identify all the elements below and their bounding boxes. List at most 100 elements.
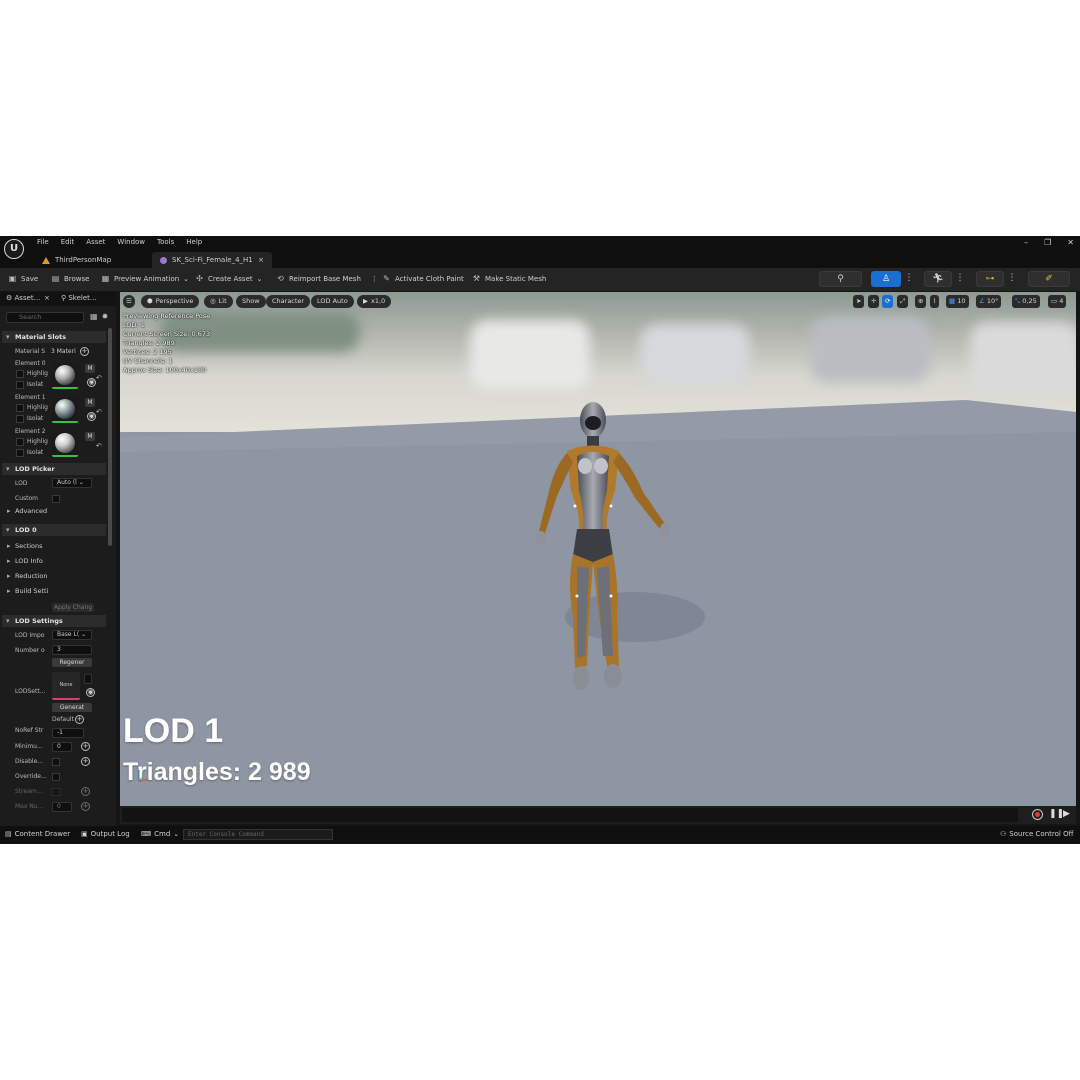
minimum-lod-input[interactable]: 0: [52, 742, 72, 752]
apply-changes-button[interactable]: Apply Chang: [52, 603, 94, 612]
add-material-icon[interactable]: +: [80, 347, 89, 356]
stream-checkbox[interactable]: [52, 788, 60, 796]
viewport[interactable]: ☰ ⬢ Perspective ◎ Lit Show Character LOD A…: [120, 292, 1076, 806]
section-material-slots[interactable]: Material Slots: [2, 331, 106, 343]
physics-mode-button[interactable]: ✐: [1028, 271, 1070, 287]
regenerate-lods-button[interactable]: Regener: [52, 658, 92, 667]
tab-skeleton-tree[interactable]: ⚲ Skelet...: [61, 294, 97, 302]
section-advanced[interactable]: Advanced: [2, 505, 106, 517]
pause-button[interactable]: ❚❚: [1049, 809, 1064, 819]
cmd-dropdown[interactable]: ⌨ Cmd ⌄: [141, 830, 179, 838]
tab-close-icon[interactable]: ×: [44, 294, 50, 302]
select-mode-icon[interactable]: ➤: [853, 295, 865, 308]
blueprint-mode-button[interactable]: ⊶: [976, 271, 1004, 287]
material-picker-button[interactable]: M: [85, 364, 95, 373]
isolate-checkbox[interactable]: [16, 415, 24, 423]
timeline-scrubber[interactable]: [122, 808, 1018, 822]
playback-speed-button[interactable]: ▶ x1,0: [357, 295, 392, 308]
section-lod-picker[interactable]: LOD Picker: [2, 463, 106, 475]
menu-help[interactable]: Help: [186, 238, 202, 246]
mesh-mode-button[interactable]: ♙: [871, 271, 901, 287]
more-options-icon[interactable]: ⋮: [371, 275, 378, 283]
mesh-mode-options-icon[interactable]: ⋮: [903, 271, 915, 287]
camera-speed-button[interactable]: ▭ 4: [1048, 295, 1067, 308]
tab-asset-details[interactable]: ⚙ Asset...: [6, 294, 40, 302]
tab-skeletal-mesh[interactable]: SK_Sci-Fi_Female_4_H1 ×: [152, 252, 272, 268]
table-view-icon[interactable]: ▦: [90, 312, 98, 321]
output-log-button[interactable]: ▣ Output Log: [81, 830, 130, 838]
section-lod0[interactable]: LOD 0: [2, 524, 106, 536]
activate-cloth-paint-button[interactable]: ✎ Activate Cloth Paint: [382, 274, 464, 283]
show-button[interactable]: Show: [236, 295, 266, 308]
search-input[interactable]: Search: [6, 312, 84, 323]
menu-tools[interactable]: Tools: [157, 238, 174, 246]
grid-snap-button[interactable]: ▦ 10: [946, 295, 969, 308]
add-stream-icon[interactable]: +: [81, 787, 90, 796]
step-forward-button[interactable]: ▶: [1063, 809, 1070, 819]
lod-auto-button[interactable]: LOD Auto: [311, 295, 354, 308]
override-checkbox[interactable]: [52, 773, 60, 781]
scale-snap-button[interactable]: ⤡ 0,25: [1012, 295, 1040, 308]
animation-mode-button[interactable]: 🏃︎: [924, 271, 952, 287]
material-thumbnail[interactable]: [52, 363, 78, 389]
add-disable-icon[interactable]: +: [81, 757, 90, 766]
close-button[interactable]: ✕: [1067, 238, 1074, 247]
reimport-base-mesh-button[interactable]: ⟲ Reimport Base Mesh ⋮: [276, 274, 378, 283]
material-picker-button[interactable]: M: [85, 432, 95, 441]
preview-animation-dropdown[interactable]: ▦ Preview Animation ⌄: [101, 274, 189, 283]
source-control-button[interactable]: ⚇ Source Control Off: [1000, 830, 1073, 838]
isolate-checkbox[interactable]: [16, 381, 24, 389]
section-build-settings[interactable]: Build Setti: [2, 585, 106, 597]
create-asset-dropdown[interactable]: ✣ Create Asset ⌄: [195, 274, 262, 283]
disable-checkbox[interactable]: [52, 758, 60, 766]
lod-dropdown[interactable]: Auto (l ⌄: [52, 478, 92, 488]
material-options-icon[interactable]: ◉: [87, 412, 96, 421]
viewport-menu-button[interactable]: ☰: [123, 295, 135, 308]
highlight-checkbox[interactable]: [16, 438, 24, 446]
tab-close-icon[interactable]: ×: [258, 256, 264, 264]
generate-button[interactable]: Generat: [52, 703, 92, 712]
record-button[interactable]: [1032, 809, 1043, 820]
animation-mode-options-icon[interactable]: ⋮: [954, 271, 966, 287]
section-lod-info[interactable]: LOD Info: [2, 555, 106, 567]
lit-button[interactable]: ◎ Lit: [204, 295, 233, 308]
world-local-icon[interactable]: ⊕: [915, 295, 927, 308]
number-of-lods-input[interactable]: 3: [52, 645, 92, 655]
tab-third-person-map[interactable]: ThirdPersonMap: [34, 252, 119, 268]
isolate-checkbox[interactable]: [16, 449, 24, 457]
noref-streaming-input[interactable]: -1: [52, 728, 84, 738]
material-thumbnail[interactable]: [52, 397, 78, 423]
minimize-button[interactable]: –: [1024, 238, 1028, 247]
surface-snap-icon[interactable]: ⌇: [930, 295, 940, 308]
unreal-logo-icon[interactable]: U: [4, 239, 24, 259]
section-reduction[interactable]: Reduction: [2, 570, 106, 582]
max-num-input[interactable]: 0: [52, 802, 72, 812]
reset-arrow-icon[interactable]: ↶: [96, 408, 102, 416]
highlight-checkbox[interactable]: [16, 404, 24, 412]
material-thumbnail[interactable]: [52, 431, 78, 457]
rotate-icon[interactable]: ⟳: [882, 295, 894, 308]
menu-edit[interactable]: Edit: [61, 238, 75, 246]
menu-file[interactable]: File: [37, 238, 49, 246]
reset-arrow-icon[interactable]: ↶: [96, 442, 102, 450]
highlight-checkbox[interactable]: [16, 370, 24, 378]
browse-button[interactable]: ▤ Browse: [51, 274, 90, 283]
details-scrollbar[interactable]: [108, 328, 112, 546]
translate-icon[interactable]: ✛: [868, 295, 880, 308]
browse-asset-icon[interactable]: ◉: [86, 688, 95, 697]
lod-settings-picker[interactable]: [84, 674, 92, 684]
add-minimum-icon[interactable]: +: [81, 742, 90, 751]
custom-checkbox[interactable]: [52, 495, 60, 503]
scale-icon[interactable]: ⤢: [897, 295, 909, 308]
angle-snap-button[interactable]: ∠ 10°: [976, 295, 1002, 308]
skeleton-mode-button[interactable]: ⚲: [819, 271, 862, 287]
make-static-mesh-button[interactable]: ⚒ Make Static Mesh: [472, 274, 546, 283]
reset-arrow-icon[interactable]: ↶: [96, 374, 102, 382]
content-drawer-button[interactable]: ▤ Content Drawer: [5, 830, 70, 838]
restore-button[interactable]: ❐: [1044, 238, 1051, 247]
menu-window[interactable]: Window: [117, 238, 145, 246]
lod-import-dropdown[interactable]: Base L( ⌄: [52, 630, 92, 640]
add-default-icon[interactable]: +: [75, 715, 84, 724]
perspective-button[interactable]: ⬢ Perspective: [141, 295, 200, 308]
console-command-input[interactable]: Enter Console Command: [183, 829, 333, 840]
